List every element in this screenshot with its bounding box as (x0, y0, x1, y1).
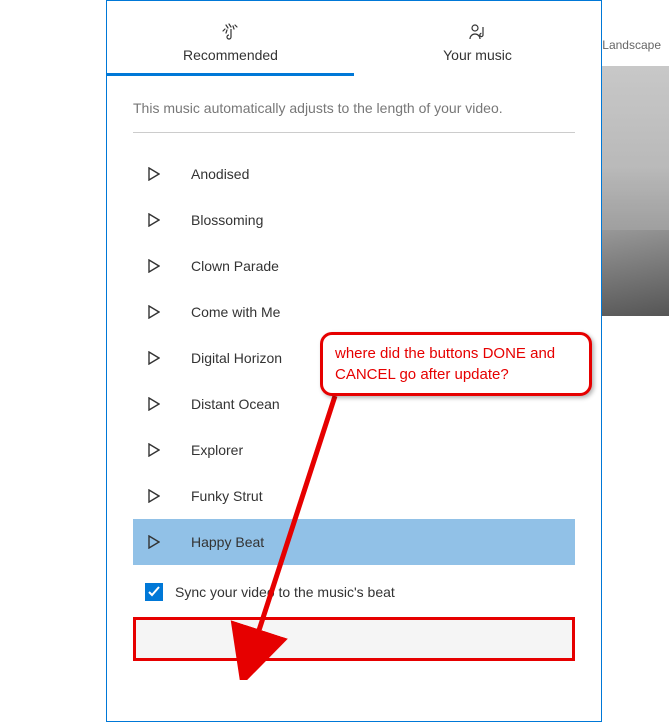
track-name: Clown Parade (191, 258, 279, 274)
music-notes-icon (107, 21, 354, 43)
person-music-icon (354, 21, 601, 43)
track-row[interactable]: Explorer (133, 427, 575, 473)
track-name: Distant Ocean (191, 396, 280, 412)
track-name: Explorer (191, 442, 243, 458)
track-row[interactable]: Happy Beat (133, 519, 575, 565)
track-row[interactable]: Blossoming (133, 197, 575, 243)
background-thumbnail-road (594, 230, 669, 316)
sync-label: Sync your video to the music's beat (175, 584, 395, 600)
play-icon[interactable] (145, 305, 163, 319)
play-icon[interactable] (145, 213, 163, 227)
play-icon[interactable] (145, 535, 163, 549)
track-name: Digital Horizon (191, 350, 282, 366)
play-icon[interactable] (145, 351, 163, 365)
play-icon[interactable] (145, 397, 163, 411)
description-text: This music automatically adjusts to the … (107, 76, 601, 132)
annotation-callout: where did the buttons DONE and CANCEL go… (320, 332, 592, 396)
track-name: Anodised (191, 166, 249, 182)
track-name: Blossoming (191, 212, 263, 228)
tabs-row: Recommended Your music (107, 21, 601, 76)
track-row[interactable]: Clown Parade (133, 243, 575, 289)
missing-buttons-area (133, 617, 575, 661)
play-icon[interactable] (145, 489, 163, 503)
sync-checkbox[interactable] (145, 583, 163, 601)
tab-label: Your music (354, 47, 601, 63)
track-row[interactable]: Anodised (133, 151, 575, 197)
tab-recommended[interactable]: Recommended (107, 21, 354, 76)
background-text: 9 Landscape (592, 38, 661, 52)
track-name: Funky Strut (191, 488, 263, 504)
play-icon[interactable] (145, 443, 163, 457)
sync-row: Sync your video to the music's beat (107, 565, 601, 613)
track-row[interactable]: Come with Me (133, 289, 575, 335)
track-name: Happy Beat (191, 534, 264, 550)
tab-your-music[interactable]: Your music (354, 21, 601, 76)
play-icon[interactable] (145, 259, 163, 273)
track-row[interactable]: Funky Strut (133, 473, 575, 519)
play-icon[interactable] (145, 167, 163, 181)
track-name: Come with Me (191, 304, 280, 320)
tab-label: Recommended (107, 47, 354, 63)
